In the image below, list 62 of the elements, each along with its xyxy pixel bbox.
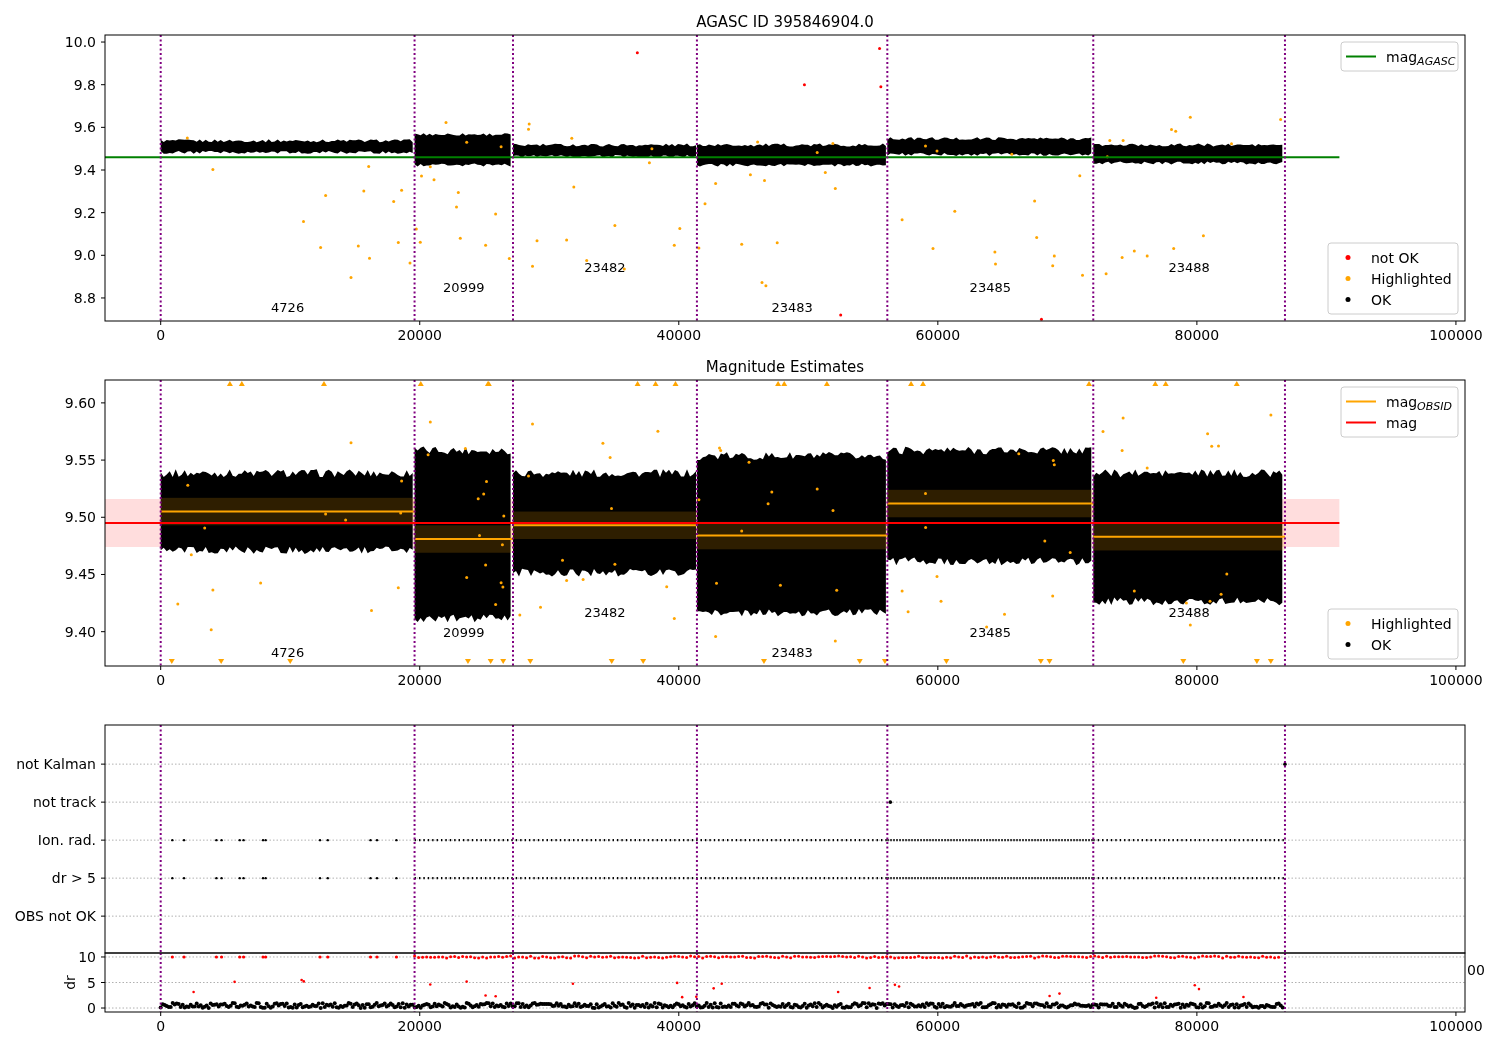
tick-label: 9.45: [64, 566, 96, 583]
tick-label: 100000: [1429, 327, 1483, 343]
tick-label: 60000: [915, 1018, 961, 1034]
tick-label: 0: [156, 327, 166, 343]
segment-label: 23482: [584, 605, 626, 620]
tick-label: 60000: [915, 672, 961, 688]
tick-label: 40000: [656, 1018, 702, 1034]
chart-title: AGASC ID 395846904.0: [696, 13, 874, 31]
row-label: not track: [33, 794, 96, 811]
tick-label: 9.55: [64, 452, 96, 469]
tick-label: 00: [1467, 962, 1485, 978]
legend-label: mag$_{OBSID}$: [1386, 393, 1452, 413]
tick-label: 80000: [1174, 1018, 1220, 1034]
tick-label: 10.0: [64, 34, 96, 51]
tick-label: 9.40: [64, 623, 96, 640]
tick-label: 9.4: [73, 162, 96, 178]
segment-label: 20999: [443, 625, 485, 640]
legend-label: mag$_{AGASC}$: [1386, 48, 1456, 68]
segment-label: 23483: [771, 300, 813, 315]
segment-label: 23483: [771, 645, 813, 660]
tick-label: 5: [87, 974, 96, 991]
tick-label: 80000: [1174, 327, 1220, 343]
chart-title: Magnitude Estimates: [705, 358, 865, 376]
tick-label: 9.50: [64, 509, 96, 526]
segment-label: 23485: [969, 625, 1011, 640]
segment-label: 4726: [271, 300, 305, 315]
tick-label: 9.6: [73, 119, 96, 136]
tick-label: 20000: [397, 327, 442, 343]
tick-label: 9.2: [73, 204, 96, 221]
row-label: OBS not OK: [14, 908, 96, 925]
segment-label: 4726: [271, 645, 305, 660]
tick-label: 100000: [1429, 672, 1483, 688]
legend-label: Highlighted: [1371, 615, 1452, 632]
tick-label: 10: [78, 949, 96, 965]
legend-label: not OK: [1371, 249, 1419, 266]
tick-label: 60000: [915, 327, 961, 343]
tick-label: 8.8: [73, 289, 96, 306]
segment-label: 20999: [443, 280, 485, 295]
tick-label: 20000: [397, 672, 442, 688]
segment-label: 23488: [1168, 605, 1210, 620]
tick-label: 40000: [656, 672, 702, 688]
legend-label: Highlighted: [1371, 270, 1452, 287]
row-label: dr > 5: [51, 870, 96, 887]
tick-label: 100000: [1429, 1018, 1483, 1034]
tick-label: 80000: [1174, 672, 1220, 688]
tick-label: 0: [87, 1000, 96, 1016]
row-label: not Kalman: [16, 756, 96, 773]
legend-label: OK: [1371, 291, 1392, 308]
segment-label: 23482: [584, 260, 626, 275]
legend-label: mag: [1386, 414, 1418, 431]
legend-label: OK: [1371, 636, 1392, 653]
tick-label: 9.60: [64, 394, 96, 411]
segment-label: 23488: [1168, 260, 1210, 275]
tick-label: 20000: [397, 1018, 442, 1034]
tick-label: 0: [156, 672, 166, 688]
tick-label: 9.0: [73, 247, 96, 264]
tick-label: 9.8: [73, 76, 96, 93]
segment-label: 23485: [969, 280, 1011, 295]
tick-label: 40000: [656, 327, 702, 343]
axis-label: dr: [62, 975, 78, 990]
tick-label: 0: [156, 1018, 166, 1034]
row-label: Ion. rad.: [37, 832, 96, 849]
